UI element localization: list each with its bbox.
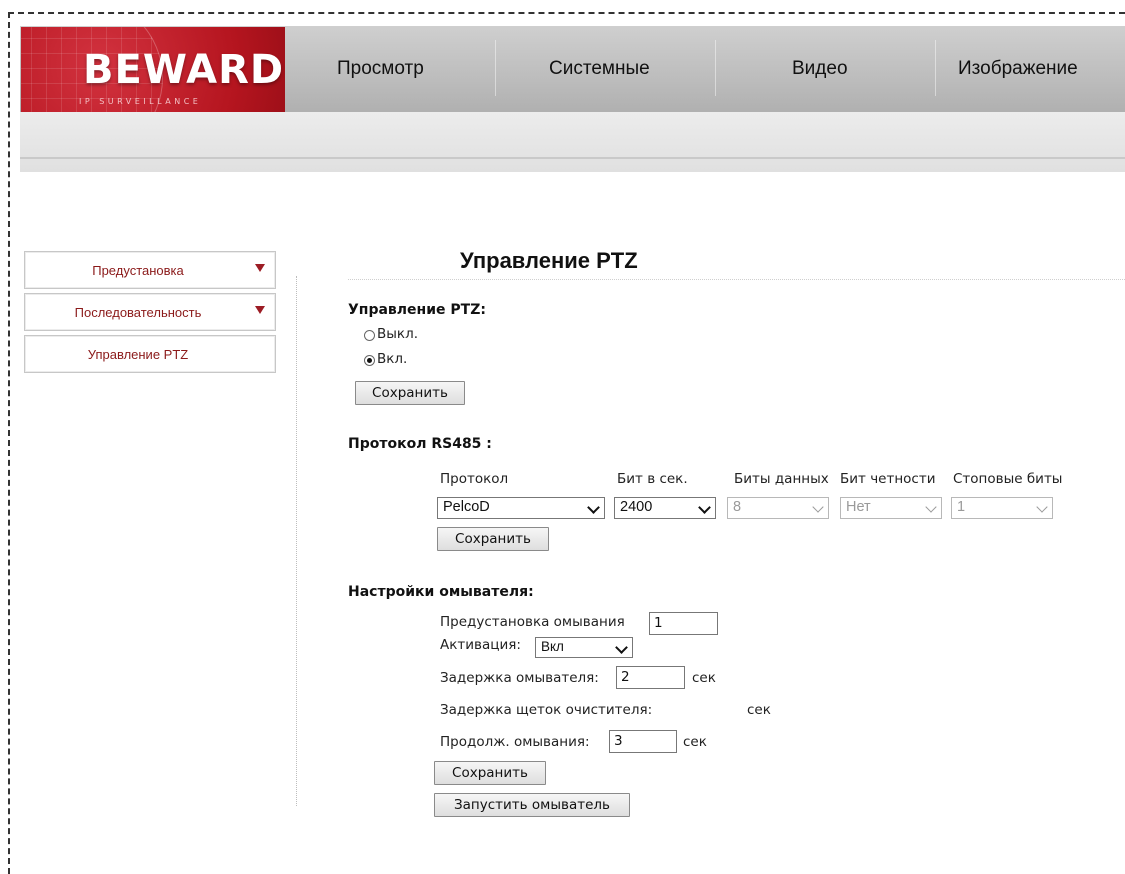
nav-item-system[interactable]: Системные	[549, 58, 650, 80]
dropdown-arrow-icon	[255, 306, 265, 314]
column-header-stop-bits: Стоповые биты	[953, 471, 1063, 487]
sidebar-item-sequence[interactable]: Последовательность	[24, 293, 276, 331]
column-header-baud: Бит в сек.	[617, 471, 688, 487]
brush-delay-unit: сек	[747, 702, 771, 718]
sub-navigation-divider	[20, 157, 1125, 159]
washer-duration-label: Продолж. омывания:	[440, 734, 590, 750]
washer-preset-value: 1	[654, 615, 663, 631]
dropdown-arrow-icon	[255, 264, 265, 272]
data-bits-select: 8	[727, 497, 829, 519]
ptz-on-label: Вкл.	[377, 351, 408, 367]
brush-delay-label: Задержка щеток очистителя:	[440, 702, 653, 718]
activation-label: Активация:	[440, 637, 521, 653]
ptz-on-radio[interactable]	[364, 355, 375, 366]
protocol-value: PelcoD	[443, 499, 490, 515]
nav-item-image[interactable]: Изображение	[958, 58, 1078, 80]
sidebar-item-ptz-control[interactable]: Управление PTZ	[24, 335, 276, 373]
column-header-parity: Бит четности	[840, 471, 936, 487]
chevron-down-icon	[615, 641, 628, 654]
page-title: Управление PTZ	[460, 248, 638, 273]
nav-item-video[interactable]: Видео	[792, 58, 848, 80]
protocol-select[interactable]: PelcoD	[437, 497, 605, 519]
nav-separator	[935, 40, 936, 96]
ptz-off-radio[interactable]	[364, 330, 375, 341]
baud-rate-value: 2400	[620, 499, 653, 515]
frame-border-top	[8, 12, 1125, 14]
chevron-down-icon	[698, 501, 711, 514]
chevron-down-icon	[587, 501, 600, 514]
washer-save-button[interactable]: Сохранить	[434, 761, 546, 785]
run-washer-button[interactable]: Запустить омыватель	[434, 793, 630, 817]
nav-item-view[interactable]: Просмотр	[337, 58, 424, 80]
activation-select[interactable]: Вкл	[535, 637, 633, 658]
stop-bits-select: 1	[951, 497, 1053, 519]
sidebar-item-label: Последовательность	[74, 305, 202, 320]
washer-delay-input[interactable]: 2	[616, 666, 685, 689]
sidebar-divider	[296, 276, 297, 806]
sidebar-item-label: Предустановка	[92, 263, 184, 278]
ptz-save-button[interactable]: Сохранить	[355, 381, 465, 405]
washer-duration-value: 3	[614, 733, 623, 749]
sidebar-item-preset[interactable]: Предустановка	[24, 251, 276, 289]
baud-rate-select[interactable]: 2400	[614, 497, 716, 519]
washer-delay-unit: сек	[692, 670, 716, 686]
sidebar-item-label: Управление PTZ	[87, 347, 189, 362]
sub-navigation-bar	[20, 112, 1125, 172]
nav-separator	[495, 40, 496, 96]
washer-delay-value: 2	[621, 669, 630, 685]
washer-duration-input[interactable]: 3	[609, 730, 677, 753]
parity-value: Нет	[846, 499, 871, 515]
chevron-down-icon	[1036, 501, 1048, 513]
nav-separator	[715, 40, 716, 96]
washer-delay-label: Задержка омывателя:	[440, 670, 599, 686]
ptz-off-label: Выкл.	[377, 326, 418, 342]
washer-preset-label: Предустановка омывания	[440, 614, 625, 630]
logo-brand-text: BEWARD	[83, 47, 285, 93]
frame-border-left	[8, 12, 10, 874]
rs485-save-button[interactable]: Сохранить	[437, 527, 549, 551]
chevron-down-icon	[925, 501, 937, 513]
chevron-down-icon	[812, 501, 824, 513]
logo-tagline: IP SURVEILLANCE	[79, 97, 202, 106]
ptz-section-label: Управление PTZ:	[348, 302, 486, 318]
stop-bits-value: 1	[957, 499, 966, 515]
washer-section-label: Настройки омывателя:	[348, 584, 534, 600]
column-header-data-bits: Биты данных	[734, 471, 829, 487]
title-divider	[348, 279, 1125, 280]
washer-preset-input[interactable]: 1	[649, 612, 718, 635]
washer-duration-unit: сек	[683, 734, 707, 750]
column-header-protocol: Протокол	[440, 471, 509, 487]
parity-select: Нет	[840, 497, 942, 519]
rs485-section-label: Протокол RS485 :	[348, 436, 492, 452]
activation-value: Вкл	[541, 639, 564, 654]
data-bits-value: 8	[733, 499, 742, 515]
brand-logo[interactable]: BEWARD IP SURVEILLANCE	[21, 27, 285, 123]
